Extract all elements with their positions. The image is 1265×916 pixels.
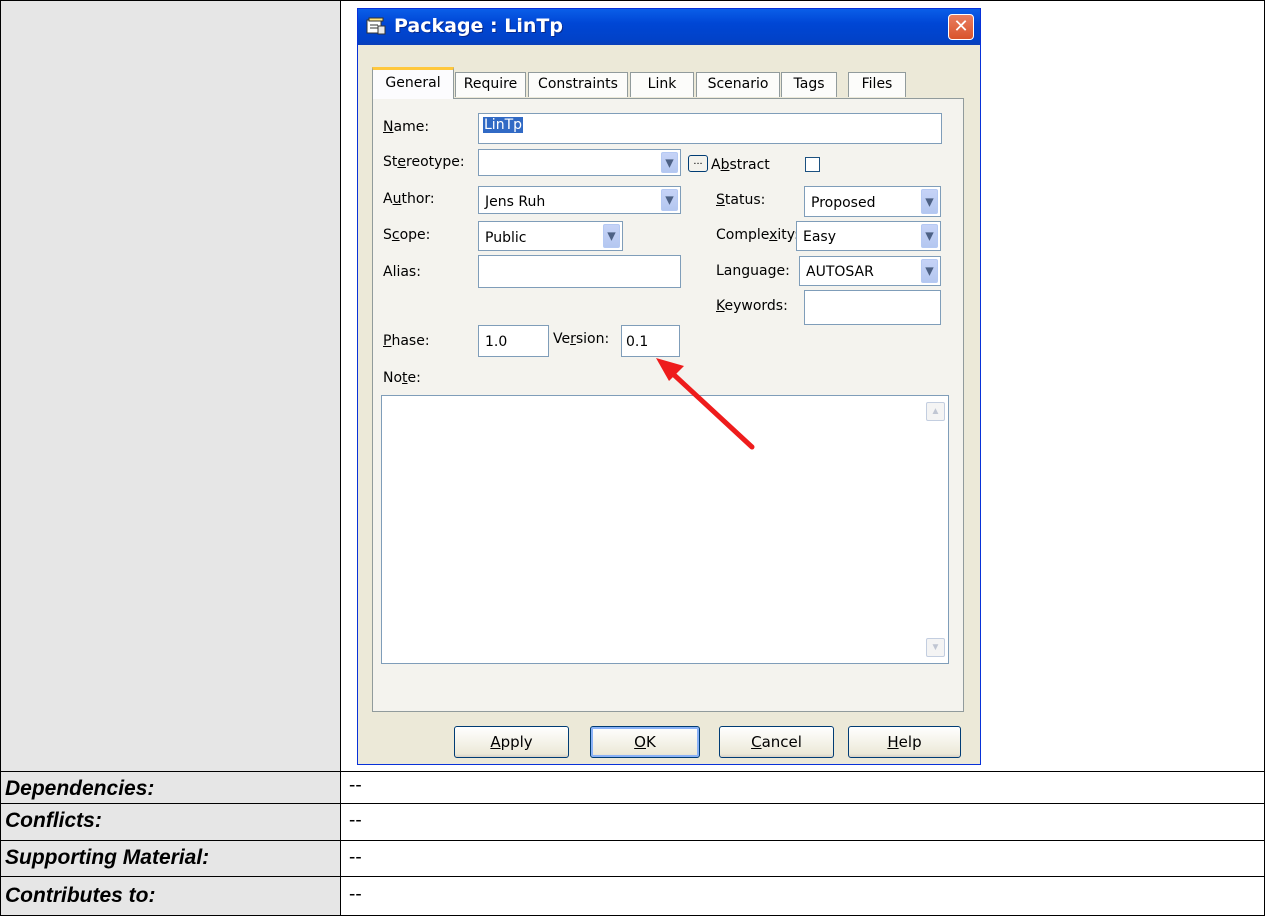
- tab-general[interactable]: General: [372, 67, 454, 99]
- red-arrow-annotation: [656, 358, 755, 450]
